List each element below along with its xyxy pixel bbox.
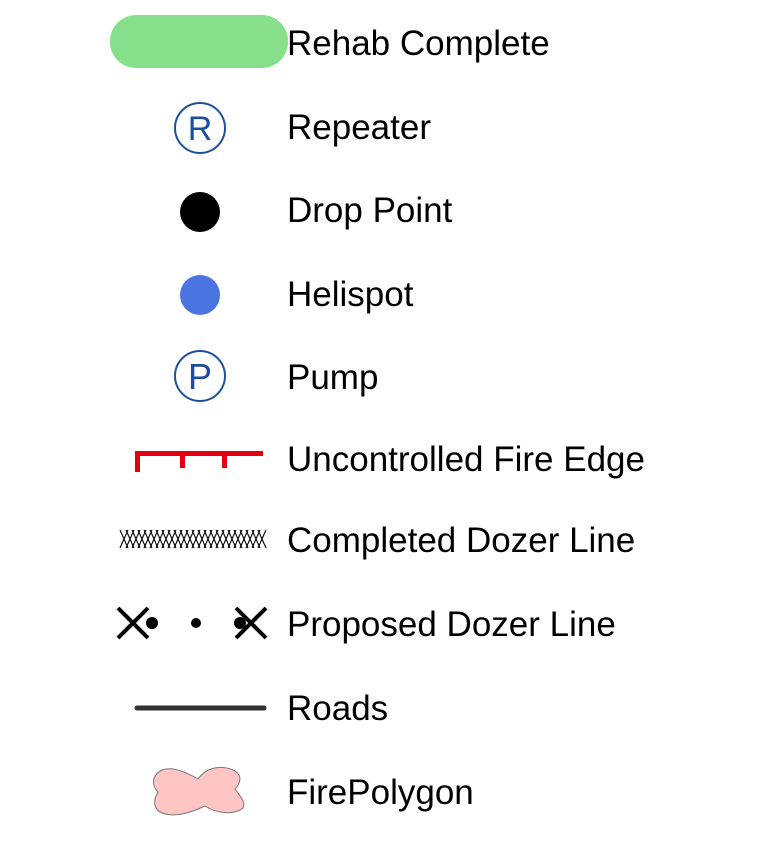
legend-label: Drop Point (287, 191, 453, 230)
completed-dozer-line-icon (119, 529, 267, 549)
legend-label: Rehab Complete (287, 24, 550, 63)
legend-item-pump: P Pump (0, 348, 762, 408)
pump-glyph: P (188, 356, 212, 397)
legend-label: Helispot (287, 275, 414, 314)
legend-label: Roads (287, 689, 389, 728)
legend-label: Proposed Dozer Line (287, 605, 616, 644)
legend-label: Pump (287, 358, 379, 397)
helispot-icon (180, 275, 220, 315)
fire-polygon-swatch-icon (153, 766, 245, 816)
rehab-complete-swatch-icon (110, 15, 288, 68)
legend-item-repeater: R Repeater (0, 98, 762, 158)
legend-item-roads: Roads (0, 679, 762, 739)
legend-item-fire-polygon: FirePolygon (0, 763, 762, 823)
map-legend: Rehab Complete R Repeater Drop Point Hel… (0, 0, 762, 850)
legend-label: Repeater (287, 108, 431, 147)
legend-label: Completed Dozer Line (287, 521, 636, 560)
legend-item-completed-dozer-line: Completed Dozer Line (0, 511, 762, 571)
repeater-glyph: R (188, 110, 213, 148)
roads-line-icon (134, 705, 267, 711)
legend-item-drop-point: Drop Point (0, 181, 762, 241)
legend-item-uncontrolled-fire-edge: Uncontrolled Fire Edge (0, 430, 762, 490)
legend-item-helispot: Helispot (0, 265, 762, 325)
pump-icon: P (174, 350, 226, 402)
legend-item-rehab-complete: Rehab Complete (0, 14, 762, 74)
proposed-dozer-line-icon (116, 606, 268, 640)
uncontrolled-fire-edge-icon (135, 451, 263, 472)
legend-label: Uncontrolled Fire Edge (287, 440, 645, 479)
legend-label: FirePolygon (287, 773, 474, 812)
legend-item-proposed-dozer-line: Proposed Dozer Line (0, 595, 762, 655)
drop-point-icon (180, 192, 220, 232)
repeater-icon: R (174, 102, 226, 154)
